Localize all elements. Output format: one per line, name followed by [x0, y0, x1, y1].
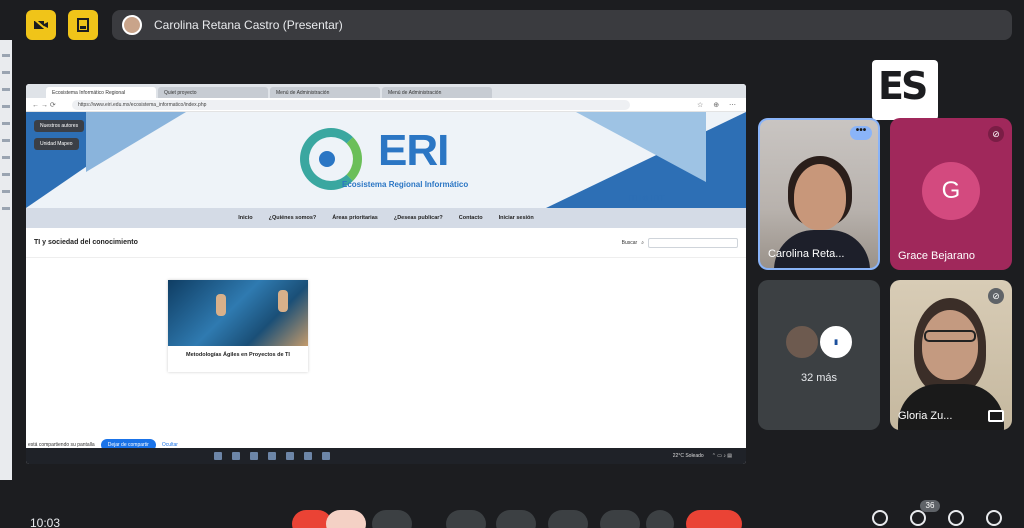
partner-logos: ▮▮ | ◎ | ▮▮▮ — [628, 195, 666, 202]
meeting-window: Carolina Retana Castro (Presentar) Ecosi… — [0, 0, 1024, 528]
nav-item: Áreas prioritarias — [332, 215, 378, 221]
present-button[interactable] — [548, 510, 588, 528]
channel-logo: ES — [872, 60, 938, 132]
chat-icon[interactable] — [948, 510, 964, 526]
participant-tile-grace[interactable]: ⊘ G Grace Bejarano — [890, 118, 1012, 270]
browser-address-bar: https://www.eiri.edu.mx/ecosistema_infor… — [72, 99, 630, 110]
people-count-badge: 36 — [920, 500, 940, 512]
site-pill-map: Unidad Mapeo — [34, 138, 79, 150]
presenter-name: Carolina Retana Castro (Presentar) — [154, 18, 343, 32]
more-options-button[interactable] — [646, 510, 674, 528]
activities-icon[interactable] — [986, 510, 1002, 526]
presenter-avatar — [122, 15, 142, 35]
browser-tab: Quiet proyecto — [158, 87, 268, 98]
browser-tab: Ecosistema Informático Regional — [46, 87, 156, 98]
logo-text: ERI — [378, 126, 449, 175]
people-icon[interactable] — [910, 510, 926, 526]
search-label: Buscar — [621, 239, 638, 246]
article-image — [168, 280, 308, 346]
nav-item: Inicio — [238, 215, 253, 221]
more-options-icon[interactable]: ••• — [850, 126, 872, 140]
captions-button[interactable] — [446, 510, 486, 528]
shared-screen: Ecosistema Informático Regional Quiet pr… — [26, 84, 746, 464]
info-icon[interactable] — [872, 510, 888, 526]
layout-icon — [77, 18, 89, 32]
participant-tile-carolina[interactable]: ••• Carolina Reta... — [758, 118, 880, 270]
avatar — [784, 324, 820, 360]
participant-name: Grace Bejarano — [898, 250, 976, 262]
eri-logo: ERI Ecosistema Regional Informático — [296, 122, 496, 198]
meeting-clock: 10:03 — [30, 516, 61, 528]
nav-item: Iniciar sesión — [498, 215, 534, 221]
nav-item: Contacto — [458, 215, 483, 221]
layout-button[interactable] — [68, 10, 98, 40]
site-banner: Nuestros autores Unidad Mapeo ERI Ecosis… — [26, 112, 746, 208]
camera-off-icon — [33, 18, 49, 32]
participant-name: Gloria Zu... — [898, 410, 953, 422]
browser-toolbar-icons: ☆ ⊕ ⋯ — [696, 101, 740, 109]
nav-item: ¿Quiénes somos? — [268, 215, 317, 221]
participant-tile-more[interactable]: ▮ 32 más — [758, 280, 880, 430]
browser-tab: Menú de Administración — [382, 87, 492, 98]
background-window-edge — [0, 40, 12, 480]
mic-off-icon: ⊘ — [988, 126, 1004, 142]
logo-subtitle: Ecosistema Regional Informático — [342, 180, 469, 189]
avatar: ▮ — [818, 324, 854, 360]
site-pill-authors: Nuestros autores — [34, 120, 85, 132]
nav-item: ¿Deseas publicar? — [393, 215, 443, 221]
search-icon: ⌕ — [641, 239, 644, 246]
taskbar-icons — [214, 452, 330, 460]
tray-icons: ⌃ ▭ ♪ ▤ — [711, 453, 732, 459]
pin-icon[interactable] — [988, 410, 1004, 422]
search-input — [648, 237, 738, 248]
hand-raise-button[interactable] — [326, 510, 366, 528]
browser-nav-icons: ← → ⟳ — [32, 101, 56, 109]
emoji-button[interactable] — [496, 510, 536, 528]
camera-toggle-button[interactable] — [372, 510, 412, 528]
site-search: Buscar ⌕ — [621, 237, 738, 248]
browser-tab-strip: Ecosistema Informático Regional Quiet pr… — [26, 84, 746, 98]
browser-tab: Menú de Administración — [270, 87, 380, 98]
article-title: Metodologías Ágiles en Proyectos de TI — [186, 352, 290, 358]
avatar: G — [922, 162, 980, 220]
browser-address-row: ← → ⟳ https://www.eiri.edu.mx/ecosistema… — [26, 98, 746, 112]
weather-text: 22°C Soleado — [672, 453, 704, 459]
content-header: TI y sociedad del conocimiento Buscar ⌕ — [26, 228, 746, 258]
meeting-controls: 10:03 36 — [0, 496, 1024, 528]
participant-name: Carolina Reta... — [768, 248, 845, 260]
more-participants-count: 32 más — [800, 372, 838, 384]
article-card: Metodologías Ágiles en Proyectos de TI — [168, 280, 308, 372]
raise-hand-button[interactable] — [600, 510, 640, 528]
participant-tile-gloria[interactable]: ⊘ Gloria Zu... — [890, 280, 1012, 430]
camera-off-button[interactable] — [26, 10, 56, 40]
mic-off-icon: ⊘ — [988, 288, 1004, 304]
section-title: TI y sociedad del conocimiento — [34, 239, 138, 246]
end-call-button[interactable] — [686, 510, 742, 528]
os-taskbar: 22°C Soleado ⌃ ▭ ♪ ▤ — [26, 448, 746, 464]
taskbar-tray: 22°C Soleado ⌃ ▭ ♪ ▤ — [673, 453, 746, 459]
presenter-bar[interactable]: Carolina Retana Castro (Presentar) — [112, 10, 1012, 40]
site-nav: Inicio ¿Quiénes somos? Áreas prioritaria… — [26, 208, 746, 228]
